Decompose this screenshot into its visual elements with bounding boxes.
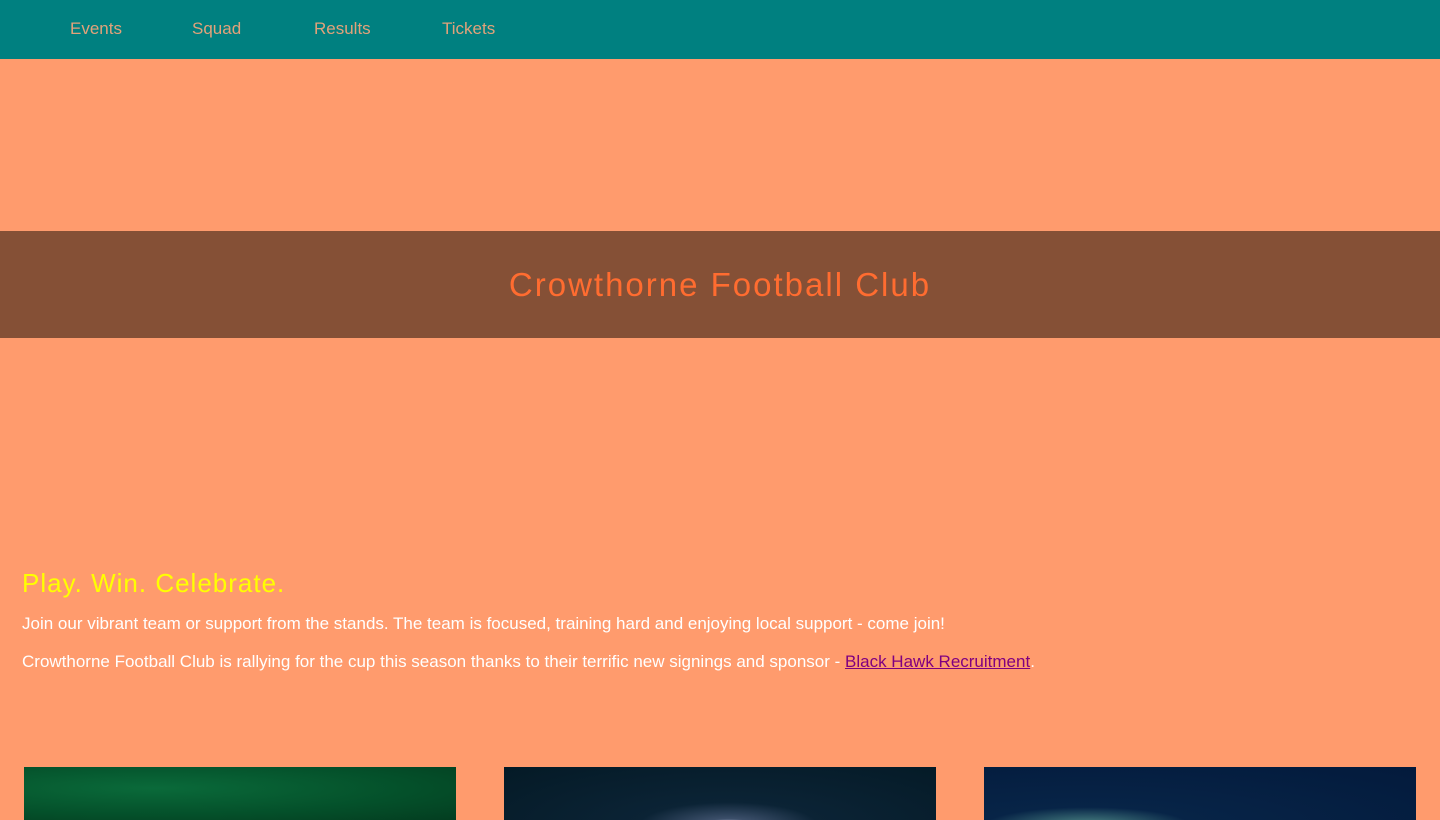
intro-paragraph: Join our vibrant team or support from th… <box>22 614 945 633</box>
sponsor-paragraph: Crowthorne Football Club is rallying for… <box>22 651 1422 673</box>
nav-item-results[interactable]: Results <box>314 19 371 39</box>
club-title: Crowthorne Football Club <box>508 265 932 303</box>
sponsor-link[interactable]: Black Hawk Recruitment <box>845 652 1030 671</box>
gallery-image-2 <box>504 767 936 820</box>
gallery-image-1 <box>24 767 456 820</box>
hero-banner: Crowthorne Football Club <box>0 231 1440 338</box>
sponsor-paragraph-end: . <box>1030 652 1035 671</box>
sponsor-paragraph-text: Crowthorne Football Club is rallying for… <box>22 652 846 671</box>
nav-item-events[interactable]: Events <box>70 19 122 39</box>
main-content: Play. Win. Celebrate. Join our vibrant t… <box>22 568 1422 689</box>
gallery-image-3 <box>984 767 1416 820</box>
tagline-heading: Play. Win. Celebrate. <box>22 568 286 598</box>
nav-item-squad[interactable]: Squad <box>192 19 241 39</box>
nav-item-tickets[interactable]: Tickets <box>442 19 495 39</box>
top-navigation-bar: Events Squad Results Tickets <box>0 0 1440 59</box>
